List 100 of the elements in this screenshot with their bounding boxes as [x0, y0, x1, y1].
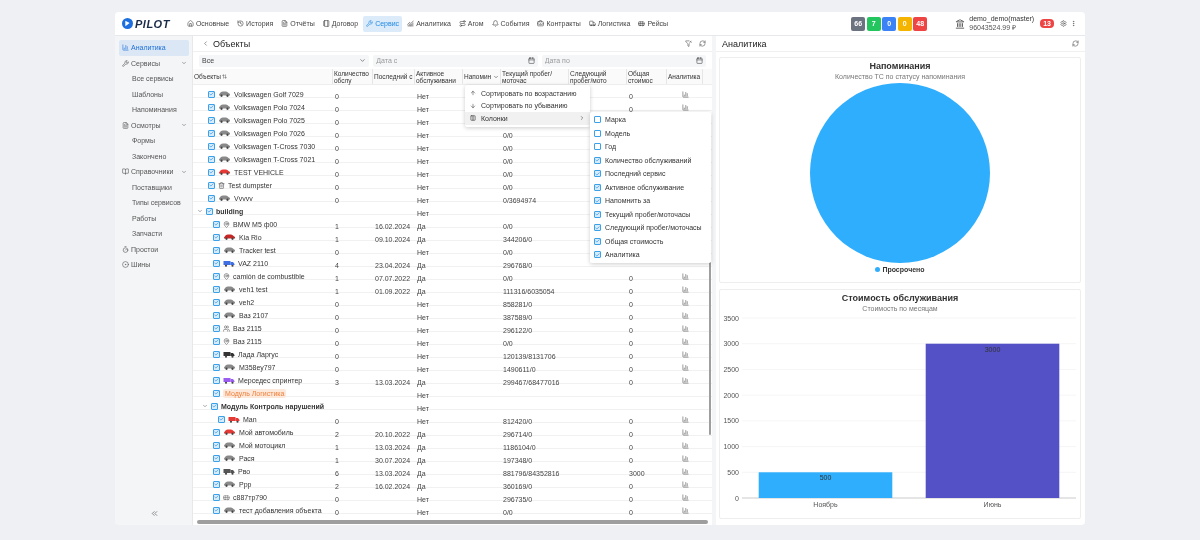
back-icon[interactable] [202, 40, 209, 47]
row-checkbox[interactable] [213, 376, 220, 384]
car-icon [223, 234, 236, 240]
row-checkbox[interactable] [206, 207, 213, 215]
row-checkbox[interactable] [208, 181, 215, 189]
truck-icon [223, 376, 235, 384]
calendar-icon[interactable] [527, 57, 535, 64]
expand-icon[interactable] [197, 208, 203, 214]
map-pin-icon [223, 272, 230, 280]
calendar-icon[interactable] [696, 57, 703, 64]
checkbox[interactable] [594, 183, 601, 191]
row-checkbox[interactable] [213, 311, 220, 319]
checkbox[interactable] [594, 224, 601, 232]
checkbox[interactable] [594, 143, 601, 151]
row-checkbox[interactable] [213, 493, 220, 501]
panel-title: Объекты [213, 38, 252, 49]
column-menu-icon[interactable] [493, 73, 499, 80]
row-checkbox[interactable] [213, 324, 220, 332]
row-checkbox[interactable] [213, 467, 220, 475]
scrollbar[interactable] [197, 520, 708, 524]
checkbox[interactable] [594, 251, 601, 259]
row-checkbox[interactable] [213, 363, 220, 371]
car-icon [223, 299, 236, 305]
row-checkbox[interactable] [208, 194, 215, 202]
bank-icon [955, 18, 966, 29]
logo-text: PILOT [135, 17, 170, 30]
chevron-right-icon [579, 115, 585, 122]
row-checkbox[interactable] [208, 142, 215, 150]
row-checkbox[interactable] [208, 129, 215, 137]
row-checkbox[interactable] [208, 155, 215, 163]
analytics-icon[interactable] [681, 272, 689, 280]
route-icon [458, 20, 466, 27]
row-checkbox[interactable] [213, 428, 220, 436]
analytics-icon[interactable] [681, 324, 689, 332]
analytics-icon[interactable] [681, 337, 689, 345]
refresh-icon[interactable] [699, 40, 706, 47]
analytics-icon[interactable] [681, 298, 689, 306]
row-checkbox[interactable] [211, 402, 218, 410]
analytics-icon[interactable] [681, 415, 689, 423]
row-checkbox[interactable] [208, 103, 215, 111]
checkbox[interactable] [594, 129, 601, 137]
analytics-icon[interactable] [681, 506, 689, 514]
chevron-down-icon [359, 57, 367, 64]
car-icon [218, 117, 231, 123]
car-icon [223, 247, 236, 253]
chevron-down-icon [181, 168, 187, 175]
checkbox[interactable] [594, 197, 601, 205]
checkbox[interactable] [594, 237, 601, 245]
chevron-down-icon [181, 122, 187, 129]
row-checkbox[interactable] [208, 116, 215, 124]
analytics-icon[interactable] [681, 428, 689, 436]
row-checkbox[interactable] [213, 259, 220, 267]
row-checkbox[interactable] [213, 246, 220, 254]
row-checkbox[interactable] [213, 285, 220, 293]
analytics-icon[interactable] [681, 311, 689, 319]
row-checkbox[interactable] [213, 441, 220, 449]
row-checkbox[interactable] [208, 90, 215, 98]
car-icon [218, 169, 231, 175]
house-icon [186, 20, 194, 27]
bar-chart-icon [122, 44, 129, 52]
filter-clear-icon[interactable] [685, 40, 692, 47]
car-icon [223, 442, 236, 448]
row-checkbox[interactable] [213, 337, 220, 345]
history-icon [237, 20, 245, 27]
row-checkbox[interactable] [213, 389, 220, 397]
analytics-icon[interactable] [681, 467, 689, 475]
arrow-down-icon [470, 102, 476, 109]
analytics-icon[interactable] [681, 493, 689, 501]
analytics-icon[interactable] [681, 376, 689, 384]
row-checkbox[interactable] [213, 220, 220, 228]
checkbox[interactable] [594, 210, 601, 218]
briefcase-icon [537, 20, 545, 27]
car-icon [218, 195, 231, 201]
analytics-icon[interactable] [681, 480, 689, 488]
wrench-icon [366, 20, 374, 27]
row-checkbox[interactable] [213, 233, 220, 241]
analytics-icon[interactable] [681, 363, 689, 371]
car-icon [218, 156, 231, 162]
sort-icon[interactable] [221, 74, 227, 79]
analytics-icon[interactable] [681, 350, 689, 358]
row-checkbox[interactable] [213, 480, 220, 488]
checkbox[interactable] [594, 156, 601, 164]
analytics-icon[interactable] [681, 441, 689, 449]
checkbox[interactable] [594, 116, 601, 124]
row-checkbox[interactable] [218, 415, 225, 423]
analytics-icon[interactable] [681, 90, 689, 98]
settings-icon[interactable] [1060, 20, 1067, 27]
row-checkbox[interactable] [208, 168, 215, 176]
row-checkbox[interactable] [213, 272, 220, 280]
analytics-icon[interactable] [681, 103, 689, 111]
analytics-icon[interactable] [681, 285, 689, 293]
refresh-icon[interactable] [1072, 40, 1079, 47]
row-checkbox[interactable] [213, 298, 220, 306]
row-checkbox[interactable] [213, 506, 220, 514]
checkbox[interactable] [594, 170, 601, 178]
expand-icon[interactable] [202, 403, 208, 409]
row-checkbox[interactable] [213, 454, 220, 462]
logo-icon [122, 18, 133, 29]
row-checkbox[interactable] [213, 350, 220, 358]
analytics-icon[interactable] [681, 454, 689, 462]
